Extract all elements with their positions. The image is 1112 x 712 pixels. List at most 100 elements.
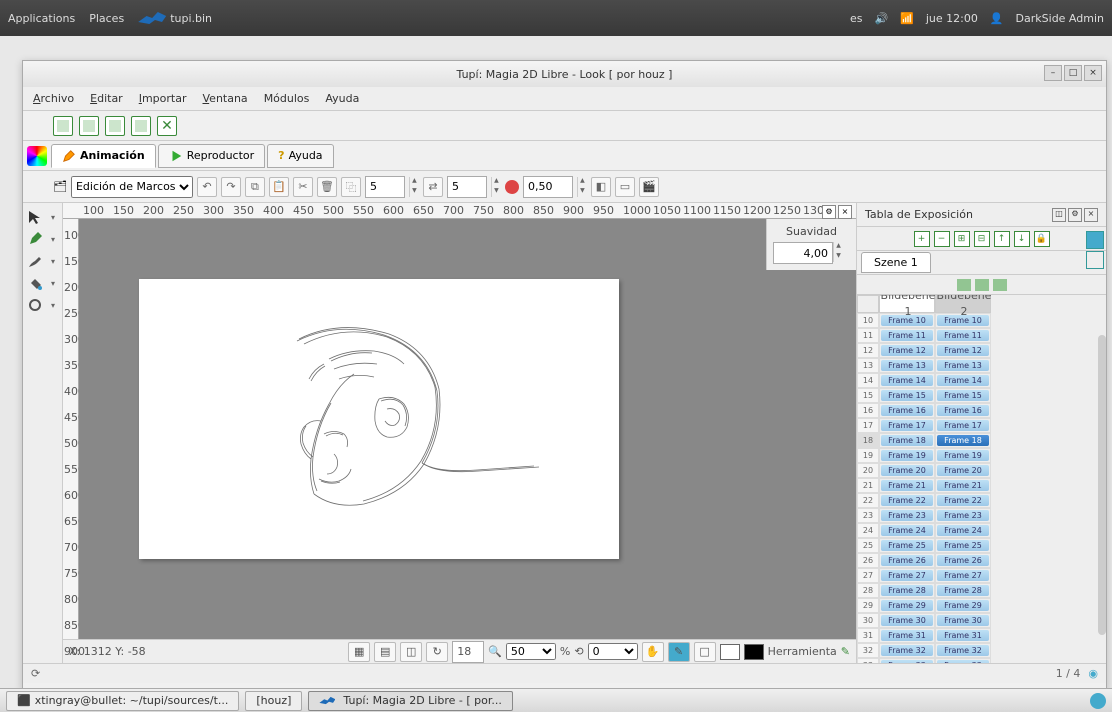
screen-button[interactable]: ▭ xyxy=(615,177,635,197)
frame-row[interactable]: 33Frame 33Frame 33 xyxy=(857,658,1106,663)
drawing-page[interactable] xyxy=(139,279,619,559)
tab-help[interactable]: ? Ayuda xyxy=(267,144,333,168)
undo-button[interactable]: ↶ xyxy=(197,177,217,197)
export-button[interactable]: 🎬 xyxy=(639,177,659,197)
tool-bucket[interactable]: ▾ xyxy=(25,273,57,293)
delete-button[interactable]: 🗑 xyxy=(317,177,337,197)
new-file-icon[interactable] xyxy=(53,116,73,136)
clear-button[interactable]: □ xyxy=(694,642,716,662)
canvas-viewport[interactable]: Suavidad ▲▼ xyxy=(79,219,856,639)
menu-ayuda[interactable]: Ayuda xyxy=(325,92,359,105)
expo-tool-2[interactable]: ⊟ xyxy=(974,231,990,247)
network-icon[interactable]: 📶 xyxy=(900,12,914,25)
save-file-icon[interactable] xyxy=(105,116,125,136)
hand-button[interactable]: ✋ xyxy=(642,642,664,662)
save-as-icon[interactable] xyxy=(131,116,151,136)
bg-color-swatch[interactable] xyxy=(744,644,764,660)
spinner-2[interactable]: 5 xyxy=(447,176,487,198)
layer-add-icon[interactable] xyxy=(957,279,971,291)
menu-modulos[interactable]: Módulos xyxy=(264,92,310,105)
tab-player[interactable]: Reproductor xyxy=(158,144,265,168)
exposure-grid[interactable]: Bildebene 1Bildebene 210Frame 10Frame 10… xyxy=(857,295,1106,663)
layer-header-1[interactable]: Bildebene 2 xyxy=(935,295,991,313)
grid-button-1[interactable]: ▦ xyxy=(348,642,370,662)
redo-button[interactable]: ↷ xyxy=(221,177,241,197)
exposure-scrollbar[interactable] xyxy=(1098,335,1106,635)
zoom-select[interactable]: 50 xyxy=(506,643,556,660)
smoothness-input[interactable] xyxy=(773,242,833,264)
spinner-3[interactable]: 0,50 xyxy=(523,176,573,198)
paste-button[interactable]: 📋 xyxy=(269,177,289,197)
frame-row[interactable]: 13Frame 13Frame 13 xyxy=(857,358,1106,373)
close-button[interactable]: × xyxy=(1084,65,1102,81)
menu-archivo[interactable]: Archivo xyxy=(33,92,74,105)
volume-icon[interactable]: 🔊 xyxy=(874,12,888,25)
close-project-icon[interactable] xyxy=(157,116,177,136)
keyboard-lang[interactable]: es xyxy=(850,12,863,25)
frames-mode-select[interactable]: Edición de Marcos xyxy=(71,176,193,198)
tool-shapes[interactable]: ▾ xyxy=(25,295,57,315)
frame-row[interactable]: 32Frame 32Frame 32 xyxy=(857,643,1106,658)
frame-row[interactable]: 28Frame 28Frame 28 xyxy=(857,583,1106,598)
copy-button[interactable]: ⧉ xyxy=(245,177,265,197)
frame-row[interactable]: 30Frame 30Frame 30 xyxy=(857,613,1106,628)
user-name[interactable]: DarkSide Admin xyxy=(1016,12,1104,25)
spinner-1[interactable]: 5 xyxy=(365,176,405,198)
frame-row[interactable]: 18Frame 18Frame 18 xyxy=(857,433,1106,448)
layer-tool-icon[interactable] xyxy=(975,279,989,291)
menu-editar[interactable]: Editar xyxy=(90,92,123,105)
link-button[interactable]: ⇄ xyxy=(423,177,443,197)
safe-area-button[interactable]: ◫ xyxy=(400,642,422,662)
taskbar-terminal[interactable]: ⬛ xtingray@bullet: ~/tupi/sources/t... xyxy=(6,691,239,711)
color-palette-icon[interactable] xyxy=(27,146,47,166)
add-frame-icon[interactable]: + xyxy=(914,231,930,247)
frame-row[interactable]: 23Frame 23Frame 23 xyxy=(857,508,1106,523)
menu-importar[interactable]: Importar xyxy=(139,92,187,105)
layer-header-0[interactable]: Bildebene 1 xyxy=(879,295,935,313)
tool-brush[interactable]: ▾ xyxy=(25,251,57,271)
taskbar-doc[interactable]: [houz] xyxy=(245,691,302,711)
cut-button[interactable]: ✂ xyxy=(293,177,313,197)
move-up-icon[interactable]: ↑ xyxy=(994,231,1010,247)
frame-row[interactable]: 11Frame 11Frame 11 xyxy=(857,328,1106,343)
edge-tab-2[interactable] xyxy=(1086,251,1104,269)
panel-settings-icon[interactable]: ⚙ xyxy=(1068,208,1082,222)
clock[interactable]: jue 12:00 xyxy=(926,12,978,25)
menu-ventana[interactable]: Ventana xyxy=(203,92,248,105)
refresh-button[interactable]: ↻ xyxy=(426,642,448,662)
frame-row[interactable]: 21Frame 21Frame 21 xyxy=(857,478,1106,493)
panel-close-icon[interactable]: × xyxy=(1084,208,1098,222)
maximize-button[interactable]: □ xyxy=(1064,65,1082,81)
frame-row[interactable]: 15Frame 15Frame 15 xyxy=(857,388,1106,403)
onion-button[interactable]: ◧ xyxy=(591,177,611,197)
frame-number[interactable]: 18 xyxy=(452,641,484,663)
frame-row[interactable]: 14Frame 14Frame 14 xyxy=(857,373,1106,388)
rotation-select[interactable]: 0 xyxy=(588,643,638,660)
canvas-settings-icon[interactable]: ⚙ xyxy=(822,205,836,219)
frame-row[interactable]: 27Frame 27Frame 27 xyxy=(857,568,1106,583)
frame-row[interactable]: 17Frame 17Frame 17 xyxy=(857,418,1106,433)
tab-animation[interactable]: Animación xyxy=(51,144,156,168)
frame-row[interactable]: 24Frame 24Frame 24 xyxy=(857,523,1106,538)
lock-icon[interactable]: 🔒 xyxy=(1034,231,1050,247)
expo-tool-1[interactable]: ⊞ xyxy=(954,231,970,247)
remove-frame-icon[interactable]: − xyxy=(934,231,950,247)
menu-places[interactable]: Places xyxy=(89,12,124,25)
frame-row[interactable]: 31Frame 31Frame 31 xyxy=(857,628,1106,643)
frame-row[interactable]: 26Frame 26Frame 26 xyxy=(857,553,1106,568)
move-down-icon[interactable]: ↓ xyxy=(1014,231,1030,247)
frame-row[interactable]: 12Frame 12Frame 12 xyxy=(857,343,1106,358)
minimize-button[interactable]: – xyxy=(1044,65,1062,81)
fg-color-swatch[interactable] xyxy=(720,644,740,660)
frame-row[interactable]: 20Frame 20Frame 20 xyxy=(857,463,1106,478)
record-icon[interactable] xyxy=(505,180,519,194)
open-file-icon[interactable] xyxy=(79,116,99,136)
frame-row[interactable]: 22Frame 22Frame 22 xyxy=(857,493,1106,508)
menu-applications[interactable]: Applications xyxy=(8,12,75,25)
frame-row[interactable]: 29Frame 29Frame 29 xyxy=(857,598,1106,613)
layer-remove-icon[interactable] xyxy=(993,279,1007,291)
pen-tool-button[interactable]: ✎ xyxy=(668,642,690,662)
edge-tab-1[interactable] xyxy=(1086,231,1104,249)
grid-button-2[interactable]: ▤ xyxy=(374,642,396,662)
frame-row[interactable]: 19Frame 19Frame 19 xyxy=(857,448,1106,463)
